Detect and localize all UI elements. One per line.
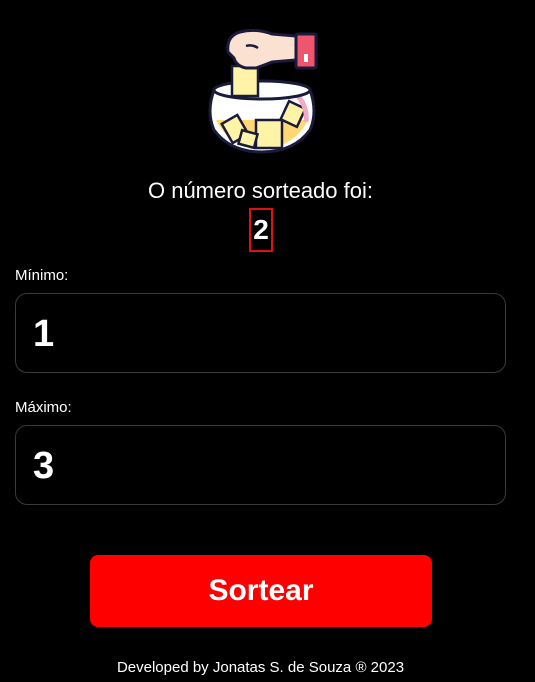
raffle-bowl-icon bbox=[200, 22, 324, 158]
minimum-input[interactable]: 1 bbox=[15, 293, 506, 373]
drawn-number: 2 bbox=[249, 208, 273, 252]
minimum-value: 1 bbox=[33, 313, 55, 355]
footer-credit: Developed by Jonatas S. de Souza ® 2023 bbox=[116, 659, 405, 676]
maximum-input[interactable]: 3 bbox=[15, 425, 506, 505]
minimum-label: Mínimo: bbox=[15, 267, 69, 284]
result-label: O número sorteado foi: bbox=[147, 178, 373, 203]
maximum-value: 3 bbox=[33, 445, 55, 487]
maximum-label: Máximo: bbox=[15, 399, 72, 416]
raffle-app: O número sorteado foi: 2 Mínimo: 1 Máxim… bbox=[0, 0, 535, 682]
draw-button[interactable]: Sortear bbox=[90, 555, 432, 627]
